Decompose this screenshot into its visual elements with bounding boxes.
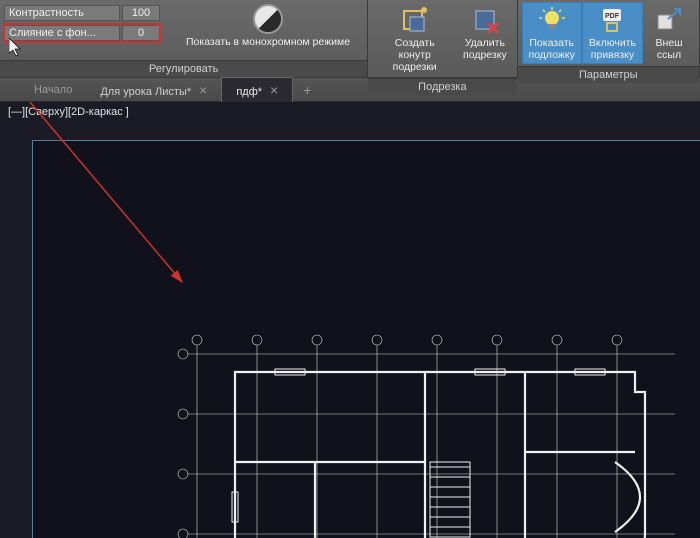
show-underlay-label: Показать подложку (529, 37, 575, 61)
close-icon[interactable]: × (199, 82, 207, 98)
monochrome-icon (253, 4, 283, 34)
lightbulb-on-icon (537, 5, 567, 35)
drawing-viewport[interactable]: [—][Сверху][2D-каркас ] (0, 102, 700, 538)
create-clip-button[interactable]: Создать конутр подрезки (372, 2, 457, 76)
delete-clip-button[interactable]: Удалить подрезку (457, 2, 512, 76)
tab-home[interactable]: Начало (20, 80, 86, 100)
svg-text:PDF: PDF (605, 13, 620, 20)
contrast-value[interactable]: 100 (122, 5, 160, 21)
contrast-row[interactable]: Контрастность 100 (4, 4, 160, 22)
create-clip-label: Создать конутр подрезки (379, 37, 450, 73)
property-sliders: Контрастность 100 Слияние с фон... 0 (4, 2, 160, 42)
ribbon: Контрастность 100 Слияние с фон... 0 Пок… (0, 0, 700, 78)
delete-clip-label: Удалить подрезку (463, 37, 507, 61)
new-tab-button[interactable]: + (293, 78, 321, 102)
view-state-label[interactable]: [—][Сверху][2D-каркас ] (8, 106, 129, 118)
panel-options-title: Параметры (518, 66, 699, 83)
panel-clip: Создать конутр подрезки Удалить подрезку… (368, 0, 517, 77)
ext-refs-label: Внеш ссыл (655, 37, 682, 61)
fade-value[interactable]: 0 (122, 25, 160, 41)
contrast-label: Контрастность (4, 5, 120, 21)
tab-pdf[interactable]: пдф*× (221, 77, 293, 102)
create-clip-icon (400, 5, 430, 35)
fade-row[interactable]: Слияние с фон... 0 (4, 24, 160, 42)
floor-plan-drawing (175, 332, 675, 538)
delete-clip-icon (470, 5, 500, 35)
pdf-snap-icon: PDF (597, 5, 627, 35)
panel-adjust: Контрастность 100 Слияние с фон... 0 Пок… (0, 0, 368, 77)
fade-label: Слияние с фон... (4, 25, 120, 41)
arrow-out-icon (654, 5, 684, 35)
show-underlay-button[interactable]: Показать подложку (522, 2, 582, 64)
monochrome-button[interactable]: Показать в монохромном режиме (180, 2, 356, 50)
panel-adjust-title: Регулировать (0, 60, 367, 77)
enable-snap-button[interactable]: PDF Включить привязку (582, 2, 643, 64)
tab-lesson[interactable]: Для урока Листы*× (86, 78, 221, 102)
close-icon[interactable]: × (270, 82, 278, 98)
monochrome-label: Показать в монохромном режиме (186, 36, 350, 48)
enable-snap-label: Включить привязку (589, 37, 636, 61)
panel-clip-title: Подрезка (368, 78, 516, 95)
panel-options: Показать подложку PDF Включить привязку … (518, 0, 700, 77)
ext-refs-button[interactable]: Внеш ссыл (643, 2, 695, 64)
